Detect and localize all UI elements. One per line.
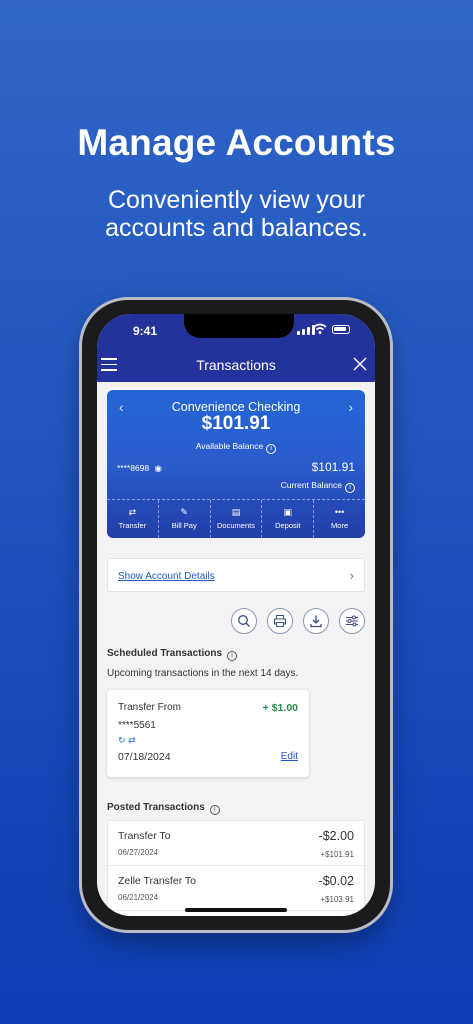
list-item[interactable]: Transfer To 06/27/2024 -$2.00 +$101.91	[108, 821, 364, 866]
filter-sliders-icon	[346, 615, 358, 627]
recurring-icon: ↻ ⇄	[118, 735, 136, 745]
promo-subline: Conveniently view your accounts and bala…	[0, 186, 473, 242]
scheduled-transaction-card[interactable]: Transfer From + $1.00 ****5561 ↻ ⇄ 07/18…	[107, 690, 309, 777]
scheduled-title-text: Scheduled Transactions	[107, 648, 223, 659]
transaction-date: 06/21/2024	[118, 893, 159, 902]
scheduled-title: Transfer From	[118, 702, 181, 713]
edit-button[interactable]: Edit	[281, 751, 298, 762]
chevron-right-icon: ›	[349, 568, 354, 583]
page-title: Transactions	[196, 357, 276, 373]
account-actions: ⇄ Transfer ✎ Bill Pay ▤ Documents ▣ Depo…	[107, 499, 365, 538]
download-button[interactable]	[303, 608, 329, 634]
account-name: Convenience Checking	[171, 400, 301, 414]
transfer-button[interactable]: ⇄ Transfer	[107, 500, 159, 538]
promo-subline-line-1: Conveniently view your	[107, 186, 366, 214]
info-icon[interactable]: i	[209, 805, 220, 815]
info-icon[interactable]: i	[227, 651, 238, 661]
promo-subline-line-2: accounts and balances.	[105, 214, 368, 242]
more-label: More	[331, 521, 349, 530]
deposit-label: Deposit	[275, 521, 301, 530]
home-indicator[interactable]	[185, 908, 287, 912]
deposit-camera-icon: ▣	[283, 507, 293, 517]
documents-icon: ▤	[231, 507, 241, 517]
more-dots-icon: •••	[334, 507, 345, 517]
show-account-details-link[interactable]: Show Account Details	[118, 571, 215, 582]
eye-icon[interactable]: ◉	[155, 463, 162, 473]
status-time: 9:41	[133, 324, 158, 338]
search-icon	[238, 615, 250, 627]
transfer-icon: ⇄	[128, 507, 137, 517]
masked-account-text: ****8698	[117, 463, 150, 473]
documents-button[interactable]: ▤ Documents	[211, 500, 263, 538]
transaction-title: Transfer To	[118, 830, 171, 842]
phone-screen: 9:41 Transactions ‹ › Convenience Checki…	[97, 314, 375, 916]
transfer-label: Transfer	[118, 521, 147, 530]
posted-title-text: Posted Transactions	[107, 802, 205, 813]
transaction-running-balance: +$101.91	[320, 850, 354, 859]
scheduled-account: ****5561	[118, 720, 156, 731]
info-icon[interactable]: i	[345, 483, 355, 493]
scheduled-date: 07/18/2024	[118, 751, 171, 763]
masked-account-number: ****8698 ◉	[117, 463, 162, 474]
deposit-button[interactable]: ▣ Deposit	[262, 500, 315, 538]
nav-bar: Transactions	[97, 352, 375, 382]
bill-pay-button[interactable]: ✎ Bill Pay	[159, 500, 211, 538]
print-button[interactable]	[267, 608, 293, 634]
scheduled-subtitle: Upcoming transactions in the next 14 day…	[107, 668, 299, 679]
posted-section-title: Posted Transactions i	[107, 802, 220, 815]
printer-icon	[274, 615, 286, 627]
available-balance-label: Available Balance i	[107, 441, 365, 454]
info-icon[interactable]: i	[266, 444, 277, 454]
scheduled-amount: + $1.00	[262, 702, 298, 714]
account-card: ‹ › Convenience Checking $101.91 Availab…	[107, 390, 365, 538]
transaction-running-balance: +$103.91	[320, 895, 354, 904]
search-button[interactable]	[231, 608, 257, 634]
wifi-icon	[313, 323, 327, 334]
transaction-date: 06/27/2024	[118, 848, 159, 857]
transaction-title: Zelle Transfer To	[118, 875, 197, 887]
battery-icon	[332, 325, 350, 334]
more-button[interactable]: ••• More	[314, 500, 365, 538]
filter-button[interactable]	[339, 608, 365, 634]
bill-pay-label: Bill Pay	[171, 521, 197, 530]
current-balance-text: Current Balance	[280, 480, 342, 490]
download-icon	[310, 615, 322, 628]
bill-pay-icon: ✎	[180, 507, 188, 517]
account-details-row[interactable]: Show Account Details ›	[107, 558, 365, 592]
documents-label: Documents	[217, 521, 255, 530]
transaction-amount: -$0.02	[318, 874, 354, 888]
scheduled-section-title: Scheduled Transactions i	[107, 648, 238, 661]
transaction-tools	[231, 608, 365, 634]
account-balance: $101.91	[201, 413, 271, 434]
transaction-amount: -$2.00	[318, 829, 354, 843]
close-icon[interactable]	[352, 356, 368, 372]
available-balance-text: Available Balance	[195, 441, 264, 451]
list-item[interactable]: Zelle Transfer To 06/21/2024 -$0.02 +$10…	[108, 866, 364, 911]
posted-transactions-list: Transfer To 06/27/2024 -$2.00 +$101.91 Z…	[107, 820, 365, 916]
current-balance-amount: $101.91	[311, 460, 355, 474]
phone-notch	[184, 314, 294, 338]
current-balance-label: Current Balance i	[281, 480, 355, 493]
promo-headline: Manage Accounts	[77, 122, 396, 163]
